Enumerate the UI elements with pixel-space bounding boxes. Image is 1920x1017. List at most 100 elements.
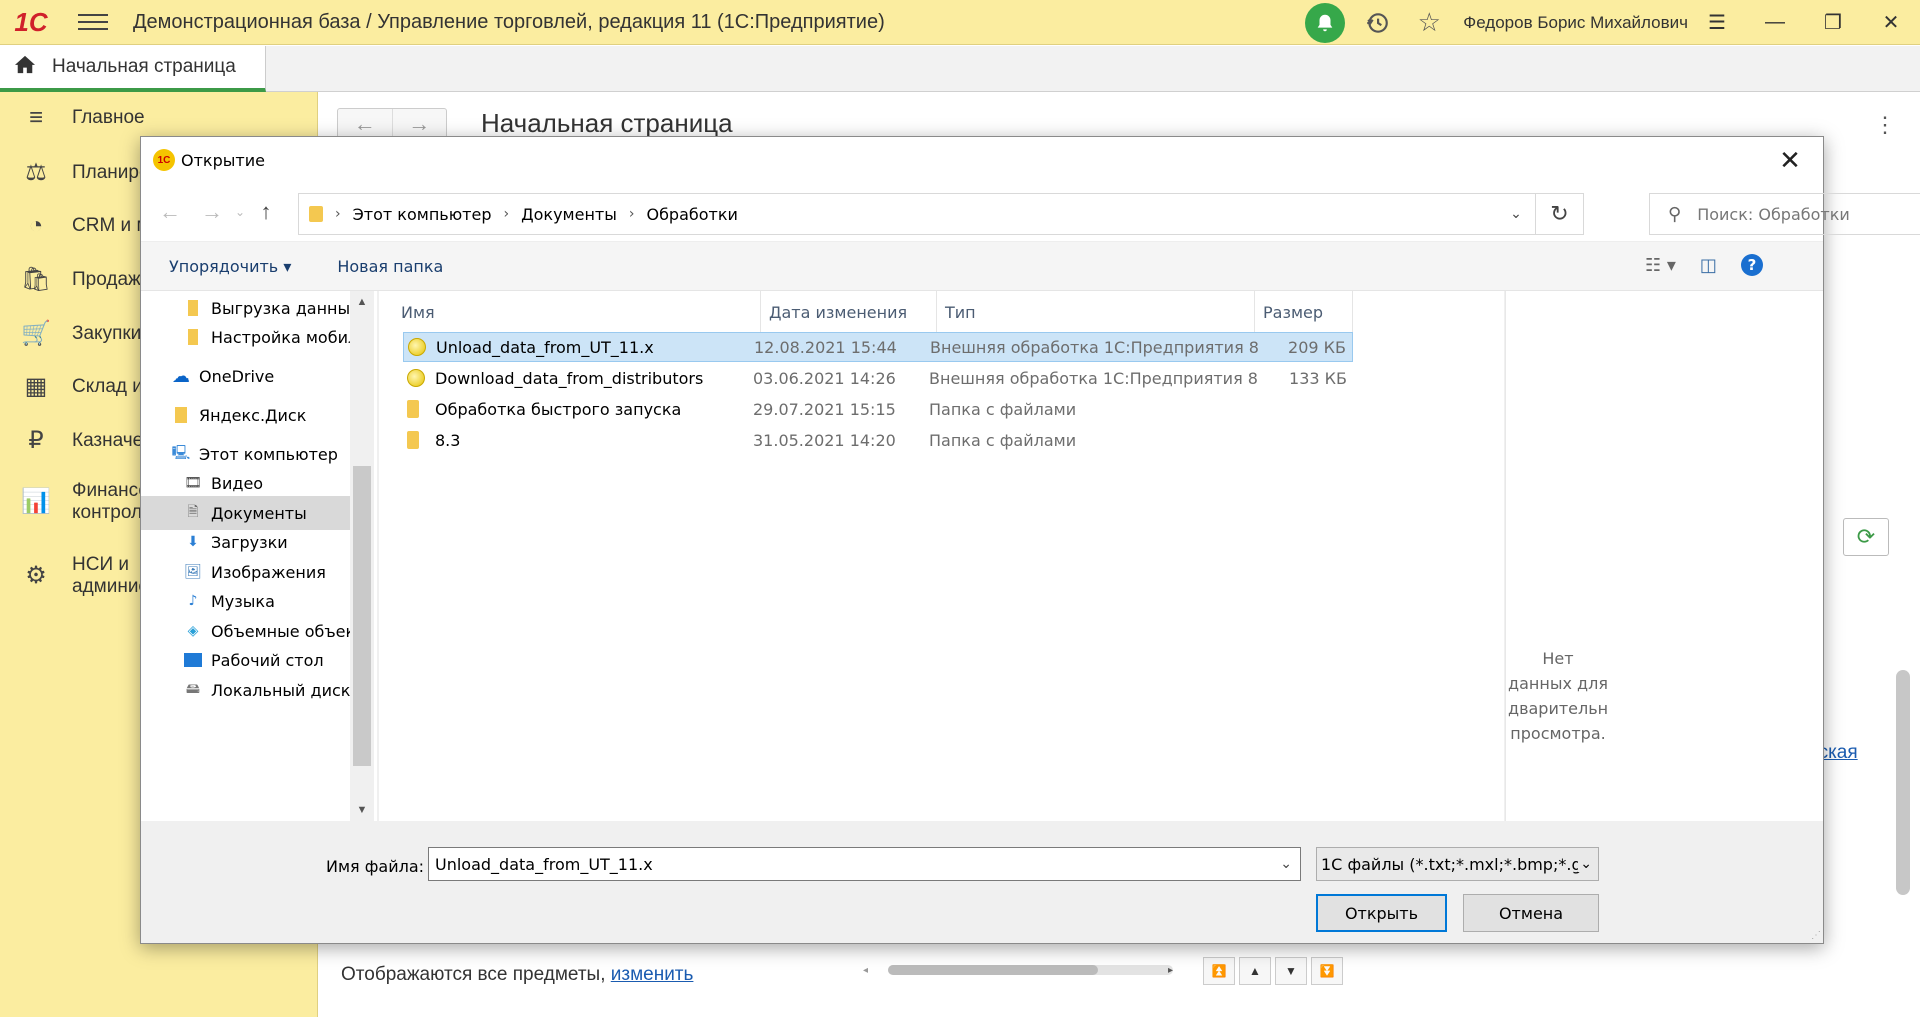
- order-buttons: ⏫ ▲ ▼ ⏬: [1203, 957, 1343, 985]
- preview-pane: Нет данных для дварительн просмотра.: [1505, 291, 1823, 821]
- file-row[interactable]: 8.3 31.05.2021 14:20 Папка с файлами: [403, 425, 1353, 455]
- file-row[interactable]: Download_data_from_distributors 03.06.20…: [403, 363, 1353, 393]
- tree-item-yandex-disk[interactable]: Яндекс.Диск: [141, 398, 369, 432]
- tree-item-label: Документы: [211, 503, 307, 523]
- maximize-button[interactable]: ❐: [1804, 0, 1862, 45]
- back-arrow-icon[interactable]: ←: [338, 109, 393, 139]
- command-bar: Упорядочить ▾ Новая папка ☷ ▾ ◫ ?: [141, 241, 1823, 291]
- forward-icon[interactable]: →: [197, 197, 227, 227]
- file-date: 31.05.2021 14:20: [753, 430, 896, 450]
- folder-icon: [407, 400, 419, 418]
- vertical-scrollbar[interactable]: [1896, 670, 1910, 895]
- back-icon[interactable]: ←: [155, 197, 185, 227]
- move-down-icon[interactable]: ▼: [1275, 957, 1307, 985]
- music-icon: ♪: [188, 593, 198, 609]
- main-menu-icon[interactable]: [78, 14, 108, 30]
- onedrive-icon: ☁: [172, 365, 190, 387]
- sidebar-item-main[interactable]: ≡ Главное: [0, 104, 318, 132]
- tree-item-local-disk[interactable]: 🖴 Локальный диск: [141, 673, 369, 707]
- move-up-icon[interactable]: ▲: [1239, 957, 1271, 985]
- file-type-filter[interactable]: 1С файлы (*.txt;*.mxl;*.bmp;*.gi ⌄: [1316, 847, 1599, 881]
- settings-menu-icon[interactable]: ☰: [1688, 0, 1746, 45]
- new-folder-button[interactable]: Новая папка: [337, 257, 443, 276]
- scroll-down-icon[interactable]: ▼: [350, 799, 374, 821]
- more-options-icon[interactable]: ⋮: [1874, 112, 1896, 138]
- tree-scroll-thumb[interactable]: [353, 466, 371, 766]
- file-date: 03.06.2021 14:26: [753, 368, 896, 388]
- local-disk-icon: 🖴: [185, 681, 201, 697]
- tree-item-desktop[interactable]: Рабочий стол: [141, 643, 369, 677]
- preview-message: Нет данных для дварительн просмотра.: [1508, 649, 1609, 743]
- desktop-icon: [183, 651, 203, 669]
- resize-grip-icon[interactable]: ⋰: [1811, 930, 1821, 941]
- breadcrumb-documents[interactable]: Документы: [521, 205, 617, 224]
- app-logo[interactable]: 1С: [0, 0, 62, 45]
- breadcrumb-computer[interactable]: Этот компьютер: [353, 205, 492, 224]
- page-title: Начальная страница: [481, 108, 733, 138]
- search-input[interactable]: ⚲ Поиск: Обработки: [1649, 193, 1920, 235]
- close-window-button[interactable]: ✕: [1862, 0, 1920, 45]
- change-link[interactable]: изменить: [611, 964, 694, 985]
- address-bar[interactable]: › Этот компьютер › Документы › Обработки…: [298, 193, 1584, 235]
- chevron-down-icon[interactable]: ⌄: [1497, 194, 1535, 234]
- scroll-right-icon[interactable]: ▸: [1168, 965, 1173, 976]
- yandex-disk-icon: [171, 406, 191, 424]
- user-name[interactable]: Федоров Борис Михайлович: [1463, 13, 1688, 33]
- favorites-star-icon[interactable]: ☆: [1409, 3, 1449, 43]
- preview-pane-icon[interactable]: ◫: [1700, 255, 1717, 276]
- open-button[interactable]: Открыть: [1316, 894, 1447, 932]
- file-list: Имя Дата изменения Тип Размер Unload_dat…: [379, 291, 1504, 821]
- organize-button[interactable]: Упорядочить ▾: [169, 257, 291, 276]
- chevron-down-icon[interactable]: ⌄: [1578, 856, 1592, 872]
- up-folder-icon[interactable]: ↑: [251, 197, 281, 227]
- column-size[interactable]: Размер: [1255, 291, 1353, 333]
- subjects-info: Отображаются все предметы, изменить: [341, 964, 693, 986]
- chevron-right-icon[interactable]: ›: [335, 206, 341, 222]
- tree-item-video[interactable]: 🎞 Видео: [141, 466, 369, 500]
- tab-home[interactable]: Начальная страница: [0, 46, 266, 92]
- tree-scrollbar[interactable]: ▲ ▼: [350, 291, 374, 821]
- finance-icon: 📊: [21, 488, 51, 515]
- move-top-icon[interactable]: ⏫: [1203, 957, 1235, 985]
- file-name-text: Обработка быстрого запуска: [435, 399, 682, 419]
- column-name[interactable]: Имя: [393, 291, 761, 333]
- file-row[interactable]: Unload_data_from_UT_11.x 12.08.2021 15:4…: [403, 332, 1353, 362]
- scroll-up-icon[interactable]: ▲: [350, 291, 374, 313]
- scroll-thumb[interactable]: [888, 965, 1098, 975]
- computer-icon: 🖳: [171, 445, 191, 461]
- forward-arrow-icon[interactable]: →: [393, 109, 447, 139]
- refresh-icon[interactable]: ⟳: [1843, 518, 1889, 556]
- tree-item-label: Выгрузка данных: [211, 298, 360, 318]
- tree-item-mobile-settings[interactable]: Настройка мобильного: [141, 320, 369, 354]
- cancel-button[interactable]: Отмена: [1463, 894, 1599, 932]
- header-tools: ☆ Федоров Борис Михайлович ☰ — ❐ ✕: [1305, 0, 1920, 45]
- horizontal-scrollbar[interactable]: ◂ ▸: [863, 961, 1173, 979]
- dialog-close-button[interactable]: ✕: [1767, 137, 1813, 183]
- tab-bar: Начальная страница: [0, 46, 1920, 92]
- notifications-bell-icon[interactable]: [1305, 2, 1346, 43]
- chevron-right-icon[interactable]: ›: [504, 206, 510, 222]
- chevron-down-icon[interactable]: ⌄: [1280, 856, 1292, 872]
- column-type[interactable]: Тип: [937, 291, 1255, 333]
- tree-item-music[interactable]: ♪ Музыка: [141, 584, 369, 618]
- file-row[interactable]: Обработка быстрого запуска 29.07.2021 15…: [403, 394, 1353, 424]
- move-bottom-icon[interactable]: ⏬: [1311, 957, 1343, 985]
- history-icon[interactable]: [1357, 3, 1397, 43]
- minimize-button[interactable]: —: [1746, 0, 1804, 45]
- column-date[interactable]: Дата изменения: [761, 291, 937, 333]
- help-icon[interactable]: ?: [1740, 254, 1763, 276]
- scroll-left-icon[interactable]: ◂: [863, 965, 868, 976]
- file-type: Внешняя обработка 1С:Предприятия 8: [930, 337, 1259, 357]
- refresh-icon[interactable]: ↻: [1535, 194, 1583, 234]
- 1c-logo-icon: 1С: [153, 149, 175, 171]
- view-mode-icon[interactable]: ☷ ▾: [1645, 255, 1676, 276]
- tree-item-downloads[interactable]: ⬇ Загрузки: [141, 525, 369, 559]
- tree-item-onedrive[interactable]: ☁ OneDrive: [141, 359, 369, 393]
- chevron-right-icon[interactable]: ›: [629, 206, 635, 222]
- filename-input[interactable]: Unload_data_from_UT_11.x ⌄: [428, 847, 1301, 881]
- tree-item-label: Музыка: [211, 591, 275, 611]
- sidebar-item-label: Закупки: [72, 322, 142, 344]
- breadcrumb-processing[interactable]: Обработки: [646, 205, 737, 224]
- file-name-text: 8.3: [435, 430, 461, 450]
- tree-item-label: Рабочий стол: [211, 650, 324, 670]
